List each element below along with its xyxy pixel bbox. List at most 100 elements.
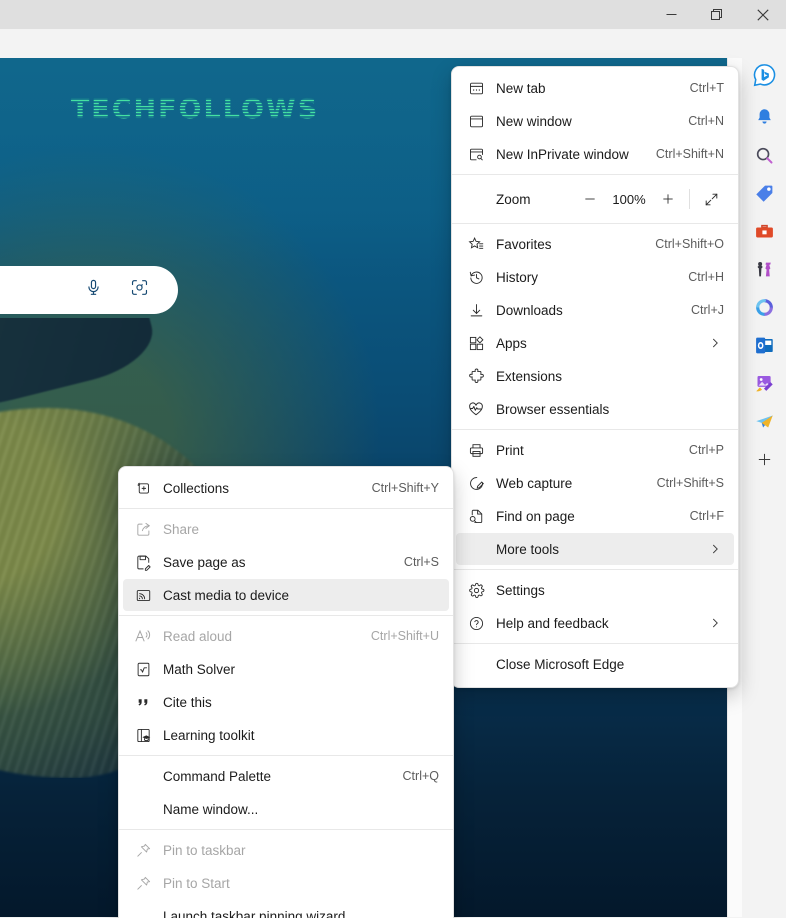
menu-item-label: Favorites [496, 237, 643, 252]
menu-item-accel: Ctrl+H [676, 270, 724, 284]
menu-item-accel: Ctrl+Shift+O [643, 237, 724, 251]
more-tools-submenu: Collections Ctrl+Shift+Y Share Save page… [118, 466, 454, 918]
history-clock-icon [456, 269, 496, 286]
pin-icon [123, 842, 163, 859]
menu-item-label: Close Microsoft Edge [456, 657, 724, 672]
menu-item-label: Browser essentials [496, 402, 712, 417]
submenu-item-label: Save page as [163, 555, 392, 570]
paper-plane-icon [754, 411, 775, 437]
sidebar-item-drop[interactable] [748, 408, 780, 440]
submenu-item-label: Learning toolkit [163, 728, 427, 743]
zoom-out-button[interactable] [573, 184, 607, 214]
submenu-item-label: Share [163, 522, 427, 537]
menu-item-favorites[interactable]: Favorites Ctrl+Shift+O [456, 228, 734, 260]
favorites-star-icon [456, 236, 496, 253]
sidebar-item-designer[interactable] [748, 370, 780, 402]
submenu-item-accel: Ctrl+Shift+U [359, 629, 439, 643]
submenu-item-cast-media-to-device[interactable]: Cast media to device [123, 579, 449, 611]
menu-item-downloads[interactable]: Downloads Ctrl+J [456, 294, 734, 326]
menu-item-label: New window [496, 114, 676, 129]
submenu-item-math-solver[interactable]: Math Solver [123, 653, 449, 685]
read-aloud-icon [123, 627, 163, 645]
menu-item-settings[interactable]: Settings [456, 574, 734, 606]
menu-item-label: Find on page [496, 509, 678, 524]
menu-item-apps[interactable]: Apps [456, 327, 734, 359]
minimize-button[interactable] [648, 0, 694, 29]
microphone-button[interactable] [78, 275, 108, 305]
menu-item-new-window[interactable]: New window Ctrl+N [456, 105, 734, 137]
submenu-item-label: Cite this [163, 695, 427, 710]
price-tag-icon [754, 183, 775, 209]
chevron-right-icon [706, 617, 724, 629]
cite-quote-icon [123, 694, 163, 711]
menu-item-label: Web capture [496, 476, 645, 491]
menu-item-browser-essentials[interactable]: Browser essentials [456, 393, 734, 425]
submenu-item-label: Name window... [123, 802, 427, 817]
menu-item-new-tab[interactable]: New tab Ctrl+T [456, 72, 734, 104]
zoom-in-button[interactable] [651, 184, 685, 214]
window-controls [648, 0, 786, 29]
menu-item-close-microsoft-edge[interactable]: Close Microsoft Edge [456, 648, 734, 680]
sidebar-item-search[interactable] [748, 142, 780, 174]
submenu-item-name-window[interactable]: Name window... [123, 793, 449, 825]
menu-item-print[interactable]: Print Ctrl+P [456, 434, 734, 466]
sidebar-item-copilot[interactable] [748, 62, 780, 94]
restore-button[interactable] [694, 0, 740, 29]
sidebar-item-notifications[interactable] [748, 104, 780, 136]
menu-item-extensions[interactable]: Extensions [456, 360, 734, 392]
toolbox-icon [754, 221, 775, 247]
menu-item-label: New tab [496, 81, 678, 96]
search-box[interactable] [0, 266, 178, 314]
submenu-item-pin-to-start: Pin to Start [123, 867, 449, 899]
menu-item-label: New InPrivate window [496, 147, 644, 162]
find-page-icon [456, 508, 496, 525]
menu-item-history[interactable]: History Ctrl+H [456, 261, 734, 293]
menu-item-label: Help and feedback [496, 616, 700, 631]
settings-and-more-menu: New tab Ctrl+T New window Ctrl+N New InP… [451, 66, 739, 688]
submenu-item-learning-toolkit[interactable]: Learning toolkit [123, 719, 449, 751]
menu-item-accel: Ctrl+T [678, 81, 724, 95]
submenu-item-label: Pin to taskbar [163, 843, 427, 858]
sidebar-item-games[interactable] [748, 256, 780, 288]
menu-item-label: Extensions [496, 369, 712, 384]
submenu-item-save-page-as[interactable]: Save page as Ctrl+S [123, 546, 449, 578]
submenu-item-share: Share [123, 513, 449, 545]
menu-item-web-capture[interactable]: Web capture Ctrl+Shift+S [456, 467, 734, 499]
menu-item-label: Settings [496, 583, 712, 598]
zoom-label: Zoom [456, 192, 573, 207]
submenu-item-launch-taskbar-pinning-wizard[interactable]: Launch taskbar pinning wizard [123, 900, 449, 918]
sidebar-item-shopping[interactable] [748, 180, 780, 212]
visual-search-button[interactable] [124, 275, 154, 305]
menu-item-more-tools[interactable]: More tools [456, 533, 734, 565]
web-capture-icon [456, 475, 496, 492]
close-button[interactable] [740, 0, 786, 29]
fullscreen-button[interactable] [694, 184, 728, 214]
menu-item-accel: Ctrl+Shift+S [645, 476, 724, 490]
submenu-item-cite-this[interactable]: Cite this [123, 686, 449, 718]
sidebar-item-customize[interactable] [748, 446, 780, 478]
chess-pieces-icon [754, 259, 775, 285]
submenu-item-label: Command Palette [123, 769, 391, 784]
submenu-separator [119, 755, 453, 756]
zoom-divider [689, 189, 690, 209]
microphone-icon [84, 278, 103, 302]
submenu-item-collections[interactable]: Collections Ctrl+Shift+Y [123, 472, 449, 504]
download-arrow-icon [456, 302, 496, 319]
menu-item-label: Apps [496, 336, 700, 351]
sidebar-item-tools[interactable] [748, 218, 780, 250]
submenu-item-label: Math Solver [163, 662, 427, 677]
menu-item-label: Print [496, 443, 677, 458]
menu-item-help-and-feedback[interactable]: Help and feedback [456, 607, 734, 639]
sidebar-item-office[interactable] [748, 294, 780, 326]
submenu-item-accel: Ctrl+Shift+Y [360, 481, 439, 495]
browser-toolbar [0, 29, 786, 58]
menu-item-find-on-page[interactable]: Find on page Ctrl+F [456, 500, 734, 532]
submenu-item-command-palette[interactable]: Command Palette Ctrl+Q [123, 760, 449, 792]
menu-separator [452, 174, 738, 175]
menu-item-accel: Ctrl+N [676, 114, 724, 128]
menu-item-new-inprivate-window[interactable]: New InPrivate window Ctrl+Shift+N [456, 138, 734, 170]
image-creator-icon [754, 373, 775, 399]
extensions-puzzle-icon [456, 368, 496, 385]
menu-item-accel: Ctrl+Shift+N [644, 147, 724, 161]
sidebar-item-outlook[interactable] [748, 332, 780, 364]
